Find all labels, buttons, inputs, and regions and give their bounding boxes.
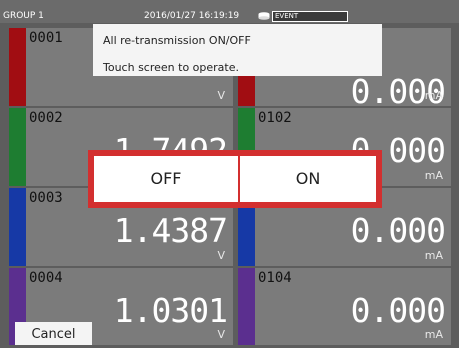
channel-color-bar <box>9 28 26 106</box>
channel-color-bar <box>238 268 255 345</box>
channel-unit: V <box>217 328 225 341</box>
channel-value: 0.000 <box>350 211 446 250</box>
channel-unit: mA <box>424 169 443 182</box>
channel-unit: mA <box>424 249 443 262</box>
channel-number: 0002 <box>29 110 63 126</box>
message-dialog: All re-transmission ON/OFF Touch screen … <box>93 24 382 76</box>
channel-unit: mA <box>424 328 443 341</box>
channel-color-bar <box>9 108 26 186</box>
channel-unit: mA <box>424 89 443 102</box>
channel-number: 0001 <box>29 30 63 46</box>
channel-number: 0104 <box>258 270 292 286</box>
channel-value: 1.4387 <box>113 211 228 250</box>
channel-unit: V <box>217 249 225 262</box>
dialog-title: All re-transmission ON/OFF <box>103 34 251 47</box>
channel-number: 0003 <box>29 190 63 206</box>
status-bar: GROUP 1 2016/01/27 16:19:19 EVENT <box>0 0 459 23</box>
channel-unit: V <box>217 89 225 102</box>
channel-value: 0.000 <box>350 291 446 330</box>
channel-value: 1.0301 <box>113 291 228 330</box>
datetime: 2016/01/27 16:19:19 <box>144 11 240 21</box>
retransmission-toggle: OFF ON <box>88 150 382 208</box>
group-title: GROUP 1 <box>3 11 44 21</box>
on-button[interactable]: ON <box>240 156 376 202</box>
event-indicator: EVENT <box>272 11 348 22</box>
cancel-button[interactable]: Cancel <box>15 322 92 345</box>
event-label: EVENT <box>275 12 299 20</box>
event-icon <box>258 12 270 20</box>
channel-color-bar <box>9 188 26 266</box>
channel-number: 0004 <box>29 270 63 286</box>
channel-number: 0102 <box>258 110 292 126</box>
off-button[interactable]: OFF <box>94 156 238 202</box>
dialog-instruction: Touch screen to operate. <box>103 61 239 74</box>
channel-tile-0104[interactable]: 0104 0.000 mA <box>238 268 451 345</box>
